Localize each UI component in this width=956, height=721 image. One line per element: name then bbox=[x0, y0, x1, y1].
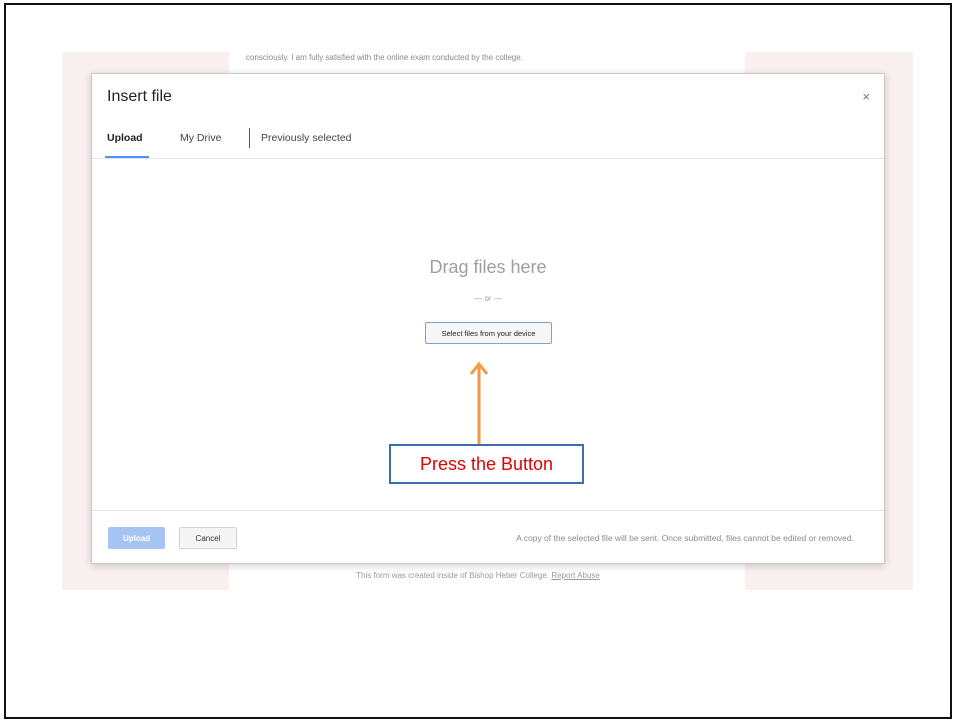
dialog-tabs: Upload My Drive Previously selected bbox=[92, 128, 884, 158]
cancel-button[interactable]: Cancel bbox=[179, 527, 237, 549]
footer-divider bbox=[92, 510, 884, 511]
form-footer: This form was created inside of Bishop H… bbox=[0, 570, 956, 582]
drag-files-heading: Drag files here bbox=[429, 257, 547, 277]
tab-upload[interactable]: Upload bbox=[107, 132, 143, 144]
upload-button[interactable]: Upload bbox=[108, 527, 165, 549]
tab-previously-selected[interactable]: Previously selected bbox=[261, 132, 351, 144]
select-files-button[interactable]: Select files from your device bbox=[425, 322, 552, 344]
tab-my-drive[interactable]: My Drive bbox=[180, 132, 221, 144]
report-abuse-link[interactable]: Report Abuse bbox=[551, 571, 599, 580]
or-separator: — or — bbox=[474, 294, 502, 303]
dialog-title: Insert file bbox=[107, 88, 172, 105]
form-response-text: consciously. I am fully satisfied with t… bbox=[246, 53, 523, 62]
form-footer-text: This form was created inside of Bishop H… bbox=[356, 571, 550, 580]
tab-divider bbox=[249, 128, 250, 148]
press-button-callout: Press the Button bbox=[389, 444, 584, 484]
up-arrow-annotation bbox=[469, 361, 489, 446]
insert-file-dialog: Insert file × Upload My Drive Previously… bbox=[91, 73, 885, 564]
footer-note: A copy of the selected file will be sent… bbox=[516, 533, 854, 543]
close-icon[interactable]: × bbox=[862, 90, 870, 103]
tabs-divider bbox=[92, 158, 884, 159]
